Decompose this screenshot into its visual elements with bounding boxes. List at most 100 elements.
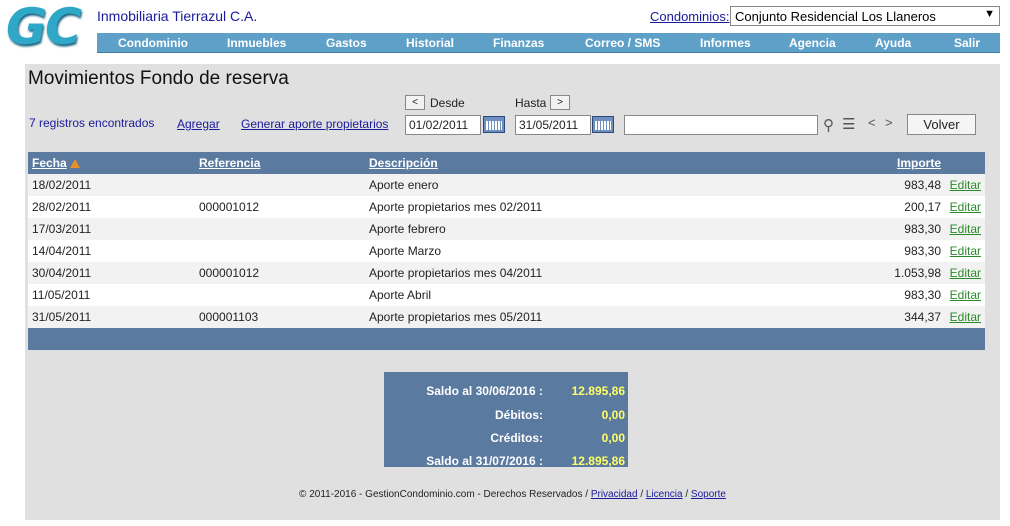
creditos-label: Créditos:	[490, 431, 543, 445]
cell-importe: 983,30	[904, 244, 941, 258]
movements-table: Fecha Referencia Descripción Importe 18/…	[28, 152, 985, 350]
next-page-icon[interactable]: >	[885, 115, 893, 130]
page-title: Movimientos Fondo de reserva	[28, 68, 289, 89]
sort-ascending-icon	[69, 159, 80, 168]
table-row: 31/05/2011 000001103 Aporte propietarios m…	[28, 306, 985, 328]
footer-separator: /	[685, 489, 689, 500]
editar-link[interactable]: Editar	[950, 266, 981, 280]
cell-importe: 983,30	[904, 222, 941, 236]
table-row: 28/02/2011 000001012 Aporte propietarios m…	[28, 196, 985, 218]
nav-item-ayuda[interactable]: Ayuda	[875, 33, 911, 53]
nav-item-gastos[interactable]: Gastos	[326, 33, 367, 53]
cell-fecha: 30/04/2011	[32, 266, 92, 280]
table-row: 14/04/2011 Aporte Marzo 983,30 Editar	[28, 240, 985, 262]
editar-link[interactable]: Editar	[950, 288, 981, 302]
hasta-calendar-icon[interactable]	[592, 116, 614, 133]
cell-fecha: 11/05/2011	[32, 288, 91, 302]
nav-item-finanzas[interactable]: Finanzas	[493, 33, 544, 53]
desde-calendar-icon[interactable]	[483, 116, 505, 133]
cell-importe: 983,48	[904, 178, 941, 192]
condominio-select[interactable]: Conjunto Residencial Los Llaneros ▼	[730, 6, 1000, 26]
cell-fecha: 17/03/2011	[32, 222, 92, 236]
cell-fecha: 31/05/2011	[32, 310, 92, 324]
cell-fecha: 28/02/2011	[32, 200, 92, 214]
creditos-value: 0,00	[601, 431, 625, 445]
menu-lines-icon[interactable]: ☰	[842, 115, 855, 133]
table-row: 11/05/2011 Aporte Abril 983,30 Editar	[28, 284, 985, 306]
cell-fecha: 14/04/2011	[32, 244, 92, 258]
nav-item-agencia[interactable]: Agencia	[789, 33, 836, 53]
cell-descripcion: Aporte propietarios mes 05/2011	[369, 310, 543, 324]
table-row: 17/03/2011 Aporte febrero 983,30 Editar	[28, 218, 985, 240]
saldo-final-label: Saldo al 31/07/2016 :	[426, 454, 543, 468]
table-body: 18/02/2011 Aporte enero 983,48 Editar 28/02/…	[28, 174, 985, 328]
nav-item-condominio[interactable]: Condominio	[118, 33, 188, 53]
support-link[interactable]: Soporte	[691, 489, 726, 500]
hasta-label: Hasta	[515, 96, 547, 110]
license-link[interactable]: Licencia	[646, 489, 683, 500]
agregar-link[interactable]: Agregar	[177, 117, 220, 131]
totals-box: Saldo al 30/06/2016 : 12.895,86 Débitos:…	[384, 372, 628, 468]
hasta-date-input[interactable]: 31/05/2011	[515, 115, 591, 135]
cell-importe: 983,30	[904, 288, 941, 302]
header-referencia[interactable]: Referencia	[199, 156, 260, 170]
editar-link[interactable]: Editar	[950, 178, 981, 192]
cell-fecha: 18/02/2011	[32, 178, 92, 192]
main-nav: Condominio Inmuebles Gastos Historial Fi…	[97, 33, 1000, 53]
condominio-selected-value: Conjunto Residencial Los Llaneros	[735, 9, 936, 24]
cell-referencia: 000001012	[199, 266, 260, 280]
prev-page-icon[interactable]: <	[868, 115, 876, 130]
table-row: 30/04/2011 000001012 Aporte propietarios m…	[28, 262, 985, 284]
chevron-down-icon: ▼	[984, 8, 995, 20]
footer-separator: /	[640, 489, 644, 500]
records-count: 7 registros encontrados	[29, 116, 155, 130]
nav-item-correo-sms[interactable]: Correo / SMS	[585, 33, 660, 53]
header-descripcion[interactable]: Descripción	[369, 156, 438, 170]
content-panel: Movimientos Fondo de reserva < Desde Has…	[25, 64, 1000, 520]
saldo-inicial-label: Saldo al 30/06/2016 :	[426, 384, 543, 398]
volver-button[interactable]: Volver	[907, 114, 976, 135]
generar-aporte-link[interactable]: Generar aporte propietarios	[241, 117, 388, 131]
condominios-link[interactable]: Condominios:	[650, 9, 730, 24]
nav-item-inmuebles[interactable]: Inmuebles	[227, 33, 286, 53]
cell-descripcion: Aporte enero	[369, 178, 439, 192]
header-fecha-label: Fecha	[32, 156, 67, 170]
cell-descripcion: Aporte Abril	[369, 288, 432, 302]
nav-item-historial[interactable]: Historial	[406, 33, 454, 53]
nav-item-salir[interactable]: Salir	[954, 33, 980, 53]
cell-importe: 200,17	[904, 200, 941, 214]
nav-item-informes[interactable]: Informes	[700, 33, 751, 53]
header-fecha[interactable]: Fecha	[32, 156, 80, 170]
editar-link[interactable]: Editar	[950, 244, 981, 258]
cell-descripcion: Aporte Marzo	[369, 244, 442, 258]
debitos-label: Débitos:	[495, 408, 543, 422]
cell-importe: 1.053,98	[894, 266, 941, 280]
desde-date-input[interactable]: 01/02/2011	[405, 115, 481, 135]
cell-descripcion: Aporte propietarios mes 02/2011	[369, 200, 543, 214]
hasta-next-button[interactable]: >	[550, 95, 570, 110]
cell-referencia: 000001012	[199, 200, 260, 214]
saldo-final-value: 12.895,86	[571, 454, 625, 468]
editar-link[interactable]: Editar	[950, 200, 981, 214]
editar-link[interactable]: Editar	[950, 310, 981, 324]
search-input[interactable]	[624, 115, 818, 135]
table-header: Fecha Referencia Descripción Importe	[28, 152, 985, 174]
gc-logo: GC	[6, 0, 82, 56]
cell-descripcion: Aporte propietarios mes 04/2011	[369, 266, 543, 280]
desde-label: Desde	[430, 96, 465, 110]
table-footer	[28, 328, 985, 350]
table-row: 18/02/2011 Aporte enero 983,48 Editar	[28, 174, 985, 196]
cell-referencia: 000001103	[199, 310, 259, 324]
cell-descripcion: Aporte febrero	[369, 222, 446, 236]
debitos-value: 0,00	[601, 408, 625, 422]
privacy-link[interactable]: Privacidad	[591, 489, 638, 500]
header-importe[interactable]: Importe	[897, 156, 941, 170]
saldo-inicial-value: 12.895,86	[571, 384, 625, 398]
company-name: Inmobiliaria Tierrazul C.A.	[97, 8, 258, 24]
search-icon[interactable]: ⚲	[823, 116, 834, 134]
editar-link[interactable]: Editar	[950, 222, 981, 236]
page-footer: © 2011-2016 - GestionCondominio.com - De…	[25, 489, 1000, 500]
cell-importe: 344,37	[904, 310, 941, 324]
copyright-text: © 2011-2016 - GestionCondominio.com - De…	[299, 489, 589, 500]
desde-prev-button[interactable]: <	[405, 95, 425, 110]
